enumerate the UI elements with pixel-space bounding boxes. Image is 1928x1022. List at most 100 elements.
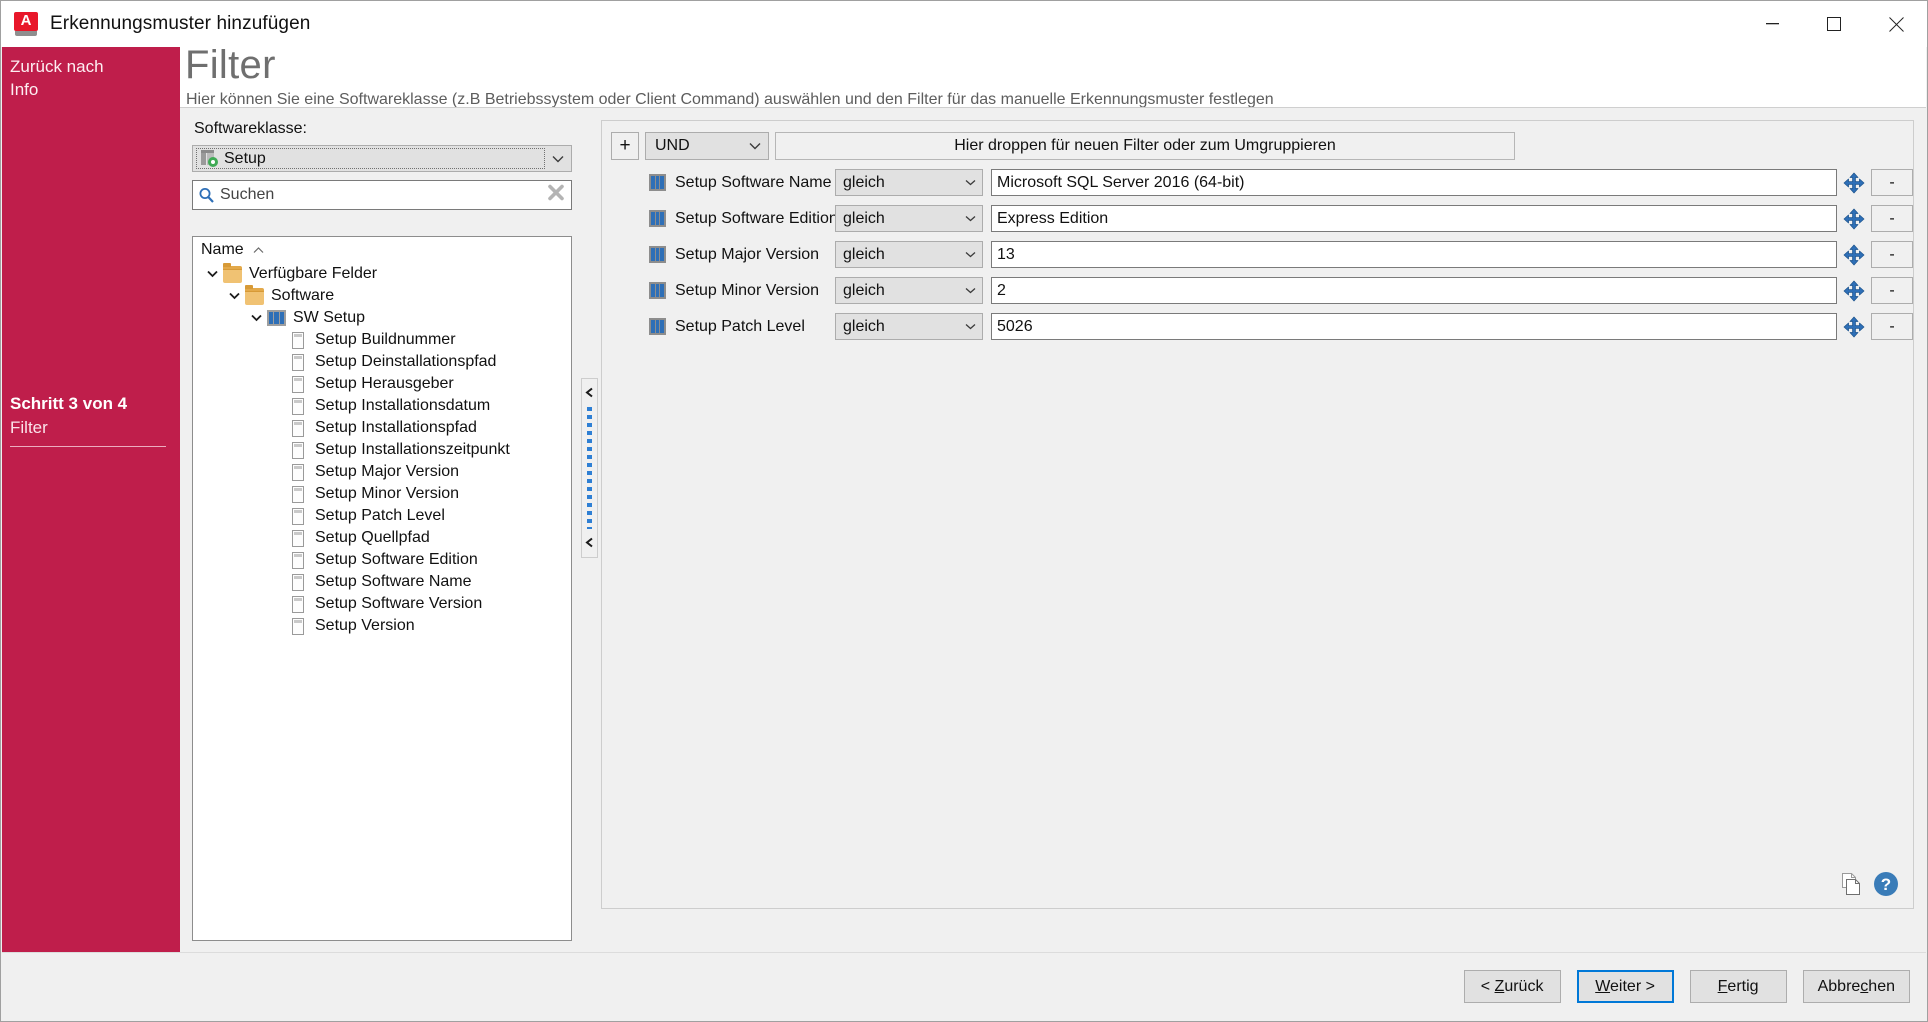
filter-operator-combo[interactable]: gleich bbox=[835, 169, 983, 196]
tree-node[interactable]: Setup Installationszeitpunkt bbox=[193, 439, 571, 461]
tree-node[interactable]: Setup Patch Level bbox=[193, 505, 571, 527]
tree-node[interactable]: Setup Version bbox=[193, 615, 571, 637]
remove-filter-button[interactable]: - bbox=[1871, 313, 1913, 340]
page-title: Filter bbox=[185, 43, 276, 88]
field-icon bbox=[292, 332, 304, 349]
back-button-label: < Zurück bbox=[1481, 978, 1544, 996]
tree-node[interactable]: Software bbox=[193, 285, 571, 307]
remove-filter-button[interactable]: - bbox=[1871, 169, 1913, 196]
tree-node[interactable]: Setup Software Edition bbox=[193, 549, 571, 571]
move-icon[interactable] bbox=[1837, 316, 1871, 338]
filter-value-input[interactable]: 5026 bbox=[991, 313, 1837, 340]
back-link[interactable]: Zurück nach Info bbox=[10, 55, 172, 101]
finish-button[interactable]: Fertig bbox=[1690, 970, 1787, 1003]
close-button[interactable] bbox=[1865, 1, 1927, 47]
tree-column-header[interactable]: Name bbox=[193, 237, 571, 263]
field-icon bbox=[292, 552, 304, 569]
tree-node[interactable]: Setup Software Name bbox=[193, 571, 571, 593]
remove-filter-button[interactable]: - bbox=[1871, 205, 1913, 232]
filter-group-row: + UND Hier droppen für neuen Filter oder… bbox=[602, 121, 1913, 160]
field-tree[interactable]: Name Verfügbare FelderSoftwareSW Setup Se… bbox=[192, 236, 572, 941]
filter-value-input[interactable]: 13 bbox=[991, 241, 1837, 268]
tree-column-header-label: Name bbox=[201, 241, 244, 259]
field-icon bbox=[292, 398, 304, 415]
group-operator-combo[interactable]: UND bbox=[645, 132, 769, 160]
minimize-button[interactable] bbox=[1741, 1, 1803, 47]
chevron-down-icon[interactable] bbox=[958, 242, 982, 267]
filter-value-input[interactable]: 2 bbox=[991, 277, 1837, 304]
dialog-footer: < Zurück Weiter > Fertig Abbrechen bbox=[2, 952, 1926, 1020]
field-icon bbox=[292, 530, 304, 547]
tree-node-label: Setup Buildnummer bbox=[315, 331, 456, 349]
field-icon bbox=[292, 464, 304, 481]
software-class-combo[interactable]: Setup bbox=[192, 145, 572, 172]
add-filter-button[interactable]: + bbox=[611, 132, 639, 160]
tree-node[interactable]: Setup Buildnummer bbox=[193, 329, 571, 351]
svg-text:?: ? bbox=[1881, 875, 1891, 894]
folder-icon bbox=[223, 266, 242, 282]
back-button[interactable]: < Zurück bbox=[1464, 970, 1561, 1003]
tree-node[interactable]: Setup Software Version bbox=[193, 593, 571, 615]
tree-node[interactable]: Verfügbare Felder bbox=[193, 263, 571, 285]
copy-icon[interactable] bbox=[1839, 872, 1863, 901]
tree-node[interactable]: Setup Quellpfad bbox=[193, 527, 571, 549]
move-icon[interactable] bbox=[1837, 280, 1871, 302]
chevron-down-icon[interactable] bbox=[245, 314, 267, 322]
field-icon bbox=[292, 574, 304, 591]
move-icon[interactable] bbox=[1837, 244, 1871, 266]
field-icon bbox=[292, 508, 304, 525]
filter-dropzone[interactable]: Hier droppen für neuen Filter oder zum U… bbox=[775, 132, 1515, 160]
tree-node-label: Setup Software Edition bbox=[315, 551, 478, 569]
chevron-left-icon-top[interactable] bbox=[584, 383, 595, 403]
chevron-left-icon-bottom[interactable] bbox=[584, 533, 595, 553]
tree-node-label: Setup Patch Level bbox=[315, 507, 445, 525]
table-icon bbox=[649, 282, 666, 299]
remove-filter-button[interactable]: - bbox=[1871, 277, 1913, 304]
panel-splitter[interactable] bbox=[581, 378, 598, 558]
filter-field-label: Setup Patch Level bbox=[675, 318, 835, 336]
software-class-value: Setup bbox=[224, 150, 266, 168]
filter-operator-combo[interactable]: gleich bbox=[835, 313, 983, 340]
tree-node[interactable]: SW Setup bbox=[193, 307, 571, 329]
dialog-window: A Erkennungsmuster hinzufügen Zurück nac… bbox=[0, 0, 1928, 1022]
filter-operator-combo[interactable]: gleich bbox=[835, 241, 983, 268]
step-name: Filter bbox=[10, 416, 166, 440]
chevron-down-icon[interactable] bbox=[742, 133, 768, 159]
tree-node[interactable]: Setup Installationspfad bbox=[193, 417, 571, 439]
tree-node-label: Setup Installationspfad bbox=[315, 419, 477, 437]
chevron-down-icon[interactable] bbox=[223, 292, 245, 300]
chevron-down-icon[interactable] bbox=[545, 146, 571, 171]
field-icon bbox=[292, 354, 304, 371]
dialog-body: Softwareklasse: Setup bbox=[180, 108, 1926, 953]
tree-node[interactable]: Setup Major Version bbox=[193, 461, 571, 483]
table-icon bbox=[649, 174, 666, 191]
folder-icon bbox=[245, 288, 264, 304]
maximize-button[interactable] bbox=[1803, 1, 1865, 47]
search-input[interactable]: Suchen bbox=[192, 180, 572, 210]
cancel-button[interactable]: Abbrechen bbox=[1803, 970, 1910, 1003]
chevron-down-icon[interactable] bbox=[958, 206, 982, 231]
page-header: Filter Hier können Sie eine Softwareklas… bbox=[180, 47, 1926, 107]
next-button[interactable]: Weiter > bbox=[1577, 970, 1674, 1003]
filter-operator-combo[interactable]: gleich bbox=[835, 277, 983, 304]
move-icon[interactable] bbox=[1837, 172, 1871, 194]
chevron-down-icon[interactable] bbox=[958, 170, 982, 195]
splitter-grip[interactable] bbox=[587, 407, 592, 529]
filter-operator-combo[interactable]: gleich bbox=[835, 205, 983, 232]
chevron-down-icon[interactable] bbox=[958, 278, 982, 303]
help-icon[interactable]: ? bbox=[1873, 871, 1899, 902]
filter-value-input[interactable]: Express Edition bbox=[991, 205, 1837, 232]
chevron-down-icon[interactable] bbox=[201, 270, 223, 278]
tree-node-label: Setup Installationsdatum bbox=[315, 397, 490, 415]
window-controls bbox=[1741, 1, 1927, 47]
remove-filter-button[interactable]: - bbox=[1871, 241, 1913, 268]
tree-node[interactable]: Setup Herausgeber bbox=[193, 373, 571, 395]
tree-node-label: Setup Quellpfad bbox=[315, 529, 430, 547]
move-icon[interactable] bbox=[1837, 208, 1871, 230]
tree-node[interactable]: Setup Minor Version bbox=[193, 483, 571, 505]
tree-node[interactable]: Setup Deinstallationspfad bbox=[193, 351, 571, 373]
tree-node[interactable]: Setup Installationsdatum bbox=[193, 395, 571, 417]
clear-icon[interactable] bbox=[547, 184, 565, 207]
chevron-down-icon[interactable] bbox=[958, 314, 982, 339]
filter-value-input[interactable]: Microsoft SQL Server 2016 (64-bit) bbox=[991, 169, 1837, 196]
